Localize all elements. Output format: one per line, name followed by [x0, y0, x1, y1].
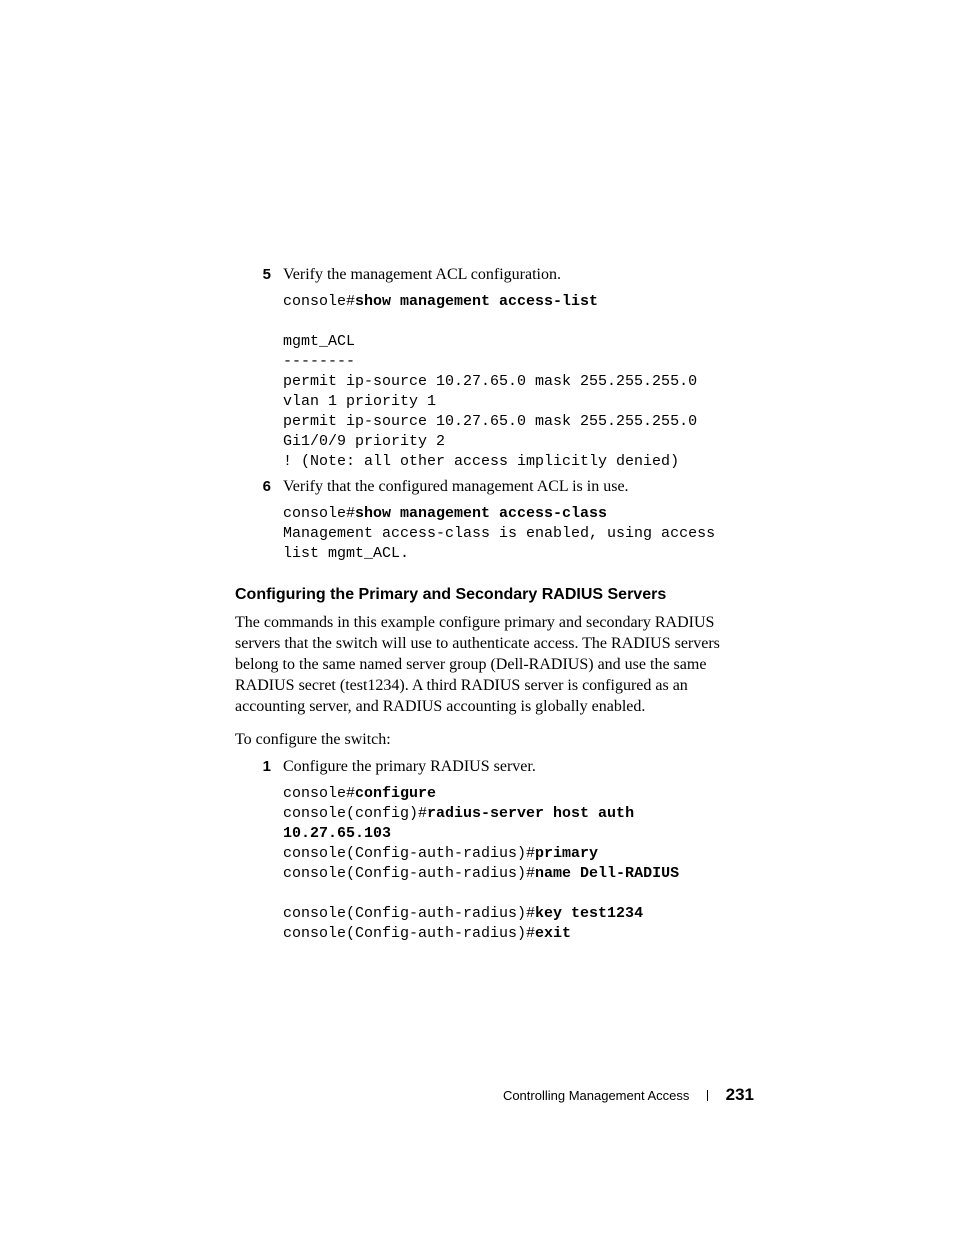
page: 5 Verify the management ACL configuratio…: [0, 0, 954, 1235]
page-number: 231: [726, 1085, 754, 1104]
footer-separator: [707, 1090, 708, 1101]
code-block: console#configure console(config)#radius…: [283, 784, 754, 944]
step-text: Configure the primary RADIUS server.: [283, 758, 536, 775]
step-1: 1 Configure the primary RADIUS server. c…: [235, 756, 754, 944]
step-number: 5: [235, 264, 283, 472]
step-text: Verify the management ACL configuration.: [283, 266, 561, 283]
step-body: Configure the primary RADIUS server. con…: [283, 756, 754, 944]
step-5: 5 Verify the management ACL configuratio…: [235, 264, 754, 472]
footer-section: Controlling Management Access: [503, 1088, 689, 1103]
step-text: Verify that the configured management AC…: [283, 478, 629, 495]
step-body: Verify the management ACL configuration.…: [283, 264, 754, 472]
code-block: console#show management access-list mgmt…: [283, 292, 754, 472]
step-number: 6: [235, 476, 283, 564]
section-heading: Configuring the Primary and Secondary RA…: [235, 586, 754, 604]
step-body: Verify that the configured management AC…: [283, 476, 754, 564]
step-6: 6 Verify that the configured management …: [235, 476, 754, 564]
lead-text: To configure the switch:: [235, 729, 754, 750]
step-number: 1: [235, 756, 283, 944]
page-footer: Controlling Management Access 231: [503, 1085, 754, 1105]
intro-paragraph: The commands in this example configure p…: [235, 612, 754, 717]
code-block: console#show management access-class Man…: [283, 504, 754, 564]
